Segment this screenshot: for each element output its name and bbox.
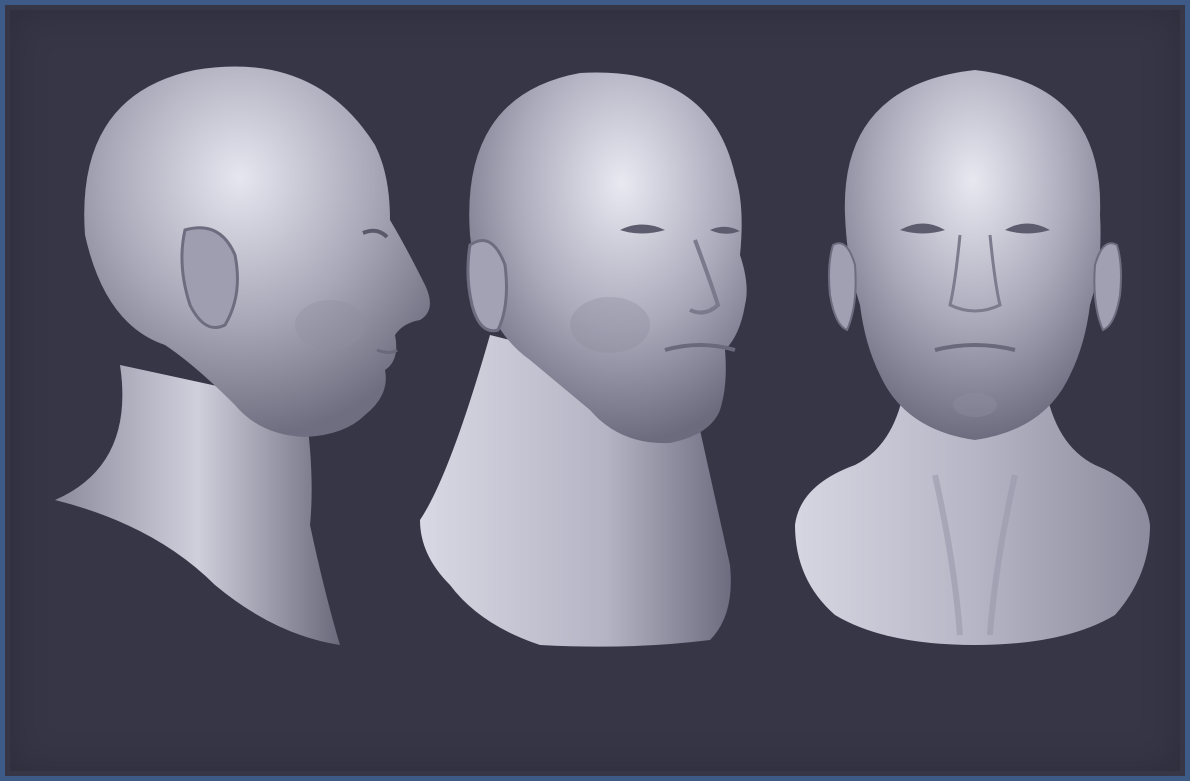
three-quarter-cheek (570, 297, 650, 353)
three-quarter-ear (466, 239, 508, 333)
bust-front-view (795, 70, 1150, 645)
bust-profile-view (55, 66, 430, 645)
viewport-frame (0, 0, 1190, 781)
front-chin (953, 393, 997, 417)
front-left-ear (828, 242, 857, 332)
front-right-ear (1093, 242, 1122, 332)
front-head (844, 70, 1101, 440)
profile-cheek (295, 300, 365, 350)
bust-three-quarter-view (420, 72, 747, 647)
